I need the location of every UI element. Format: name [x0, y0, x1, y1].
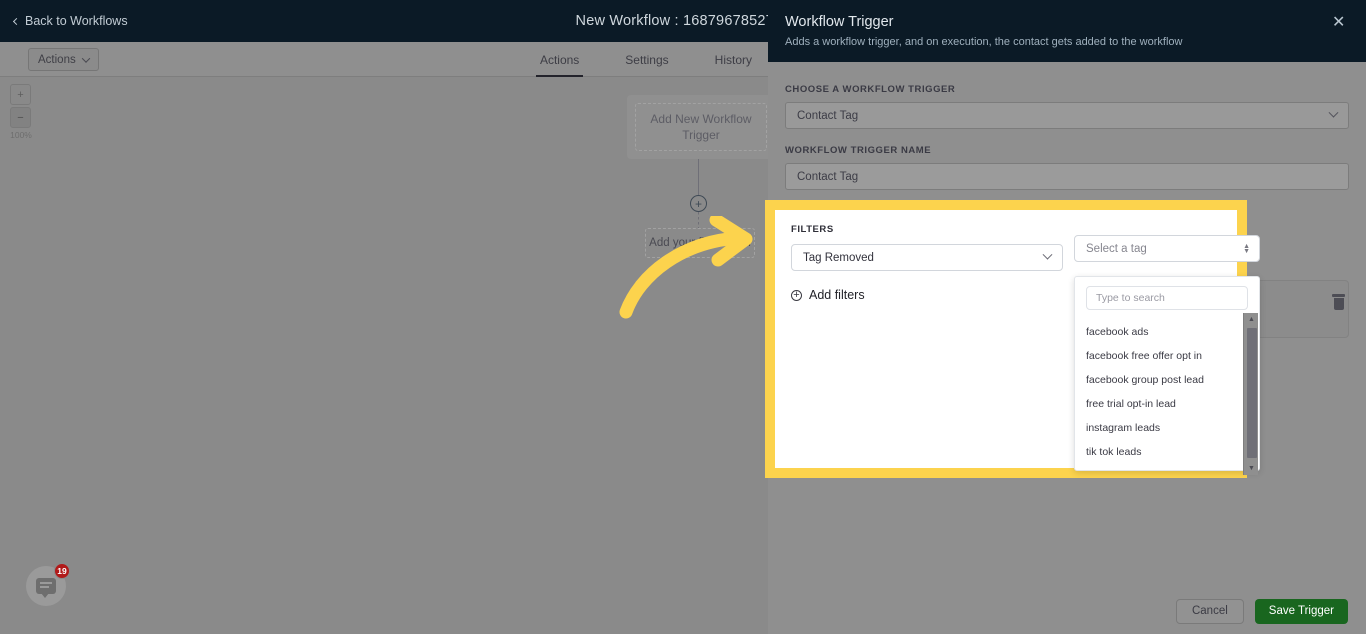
actions-dropdown-button[interactable]: Actions — [28, 48, 99, 71]
first-action-node[interactable]: Add your first action — [645, 228, 755, 258]
delete-filter-icon[interactable] — [1332, 294, 1345, 310]
workflow-trigger-node-label: Add New Workflow Trigger — [635, 103, 767, 151]
add-node-plus-button[interactable]: + — [690, 195, 707, 212]
choose-trigger-select[interactable]: Contact Tag — [785, 102, 1349, 129]
dropdown-scrollbar[interactable]: ▲ ▼ — [1243, 313, 1258, 475]
close-icon[interactable]: ✕ — [1332, 15, 1348, 32]
tab-settings[interactable]: Settings — [625, 42, 668, 77]
panel-footer: Cancel Save Trigger — [768, 588, 1366, 634]
scrollbar-thumb[interactable] — [1247, 328, 1257, 458]
chevron-down-icon — [81, 53, 90, 63]
panel-title: Workflow Trigger — [785, 14, 894, 30]
add-filters-label: Add filters — [809, 288, 865, 302]
filters-label: FILTERS — [791, 224, 834, 235]
stepper-icon: ▲ ▼ — [1243, 242, 1250, 255]
circle-plus-icon: + — [791, 289, 802, 301]
tag-selector: Select a tag ▲ ▼ Type to search facebook … — [1074, 235, 1260, 471]
choose-trigger-label: CHOOSE A WORKFLOW TRIGGER — [785, 84, 956, 95]
chevron-down-icon — [1328, 107, 1339, 118]
save-trigger-button[interactable]: Save Trigger — [1254, 598, 1348, 624]
filter-condition-select[interactable]: Tag Removed — [791, 244, 1063, 271]
zoom-controls: + − 100% — [10, 84, 32, 140]
tag-dropdown: Type to search facebook ads facebook fre… — [1074, 276, 1260, 471]
zoom-in-button[interactable]: + — [10, 84, 31, 105]
list-item[interactable]: facebook ads — [1075, 320, 1259, 344]
trigger-name-value: Contact Tag — [797, 170, 859, 183]
tab-history[interactable]: History — [715, 42, 752, 77]
workflow-tabs: Actions Settings History — [535, 42, 752, 77]
tab-actions[interactable]: Actions — [535, 42, 584, 77]
choose-trigger-value: Contact Tag — [797, 109, 859, 122]
zoom-level-label: 100% — [10, 130, 32, 140]
cancel-button[interactable]: Cancel — [1175, 598, 1244, 624]
node-connector-line — [698, 159, 699, 197]
list-item[interactable]: facebook group post lead — [1075, 368, 1259, 392]
list-item[interactable]: tik tok leads — [1075, 440, 1259, 464]
node-connector-dashed — [698, 212, 699, 228]
scroll-down-icon[interactable]: ▼ — [1244, 462, 1259, 475]
list-item[interactable]: facebook free offer opt in — [1075, 344, 1259, 368]
workflow-trigger-node[interactable]: Add New Workflow Trigger — [627, 95, 775, 159]
list-item[interactable]: free trial opt-in lead — [1075, 392, 1259, 416]
zoom-out-button[interactable]: − — [10, 107, 31, 128]
trigger-name-label: WORKFLOW TRIGGER NAME — [785, 145, 932, 156]
tag-options-list: facebook ads facebook free offer opt in … — [1075, 316, 1259, 470]
add-filters-button[interactable]: + Add filters — [791, 288, 865, 302]
chevron-down-icon — [1042, 249, 1053, 260]
list-item[interactable]: instagram leads — [1075, 416, 1259, 440]
chat-widget[interactable]: 19 — [26, 563, 70, 606]
trigger-name-input[interactable]: Contact Tag — [785, 163, 1349, 190]
select-a-tag-placeholder: Select a tag — [1086, 242, 1147, 255]
actions-dropdown-label: Actions — [38, 53, 76, 66]
tag-search-placeholder: Type to search — [1096, 292, 1165, 304]
scroll-up-icon[interactable]: ▲ — [1244, 313, 1259, 326]
panel-subtitle: Adds a workflow trigger, and on executio… — [785, 36, 1183, 48]
select-a-tag-field[interactable]: Select a tag ▲ ▼ — [1074, 235, 1260, 262]
filter-condition-value: Tag Removed — [803, 251, 874, 264]
panel-header: Workflow Trigger Adds a workflow trigger… — [768, 0, 1366, 62]
chat-unread-badge: 19 — [54, 563, 70, 579]
tag-search-input[interactable]: Type to search — [1086, 286, 1248, 310]
